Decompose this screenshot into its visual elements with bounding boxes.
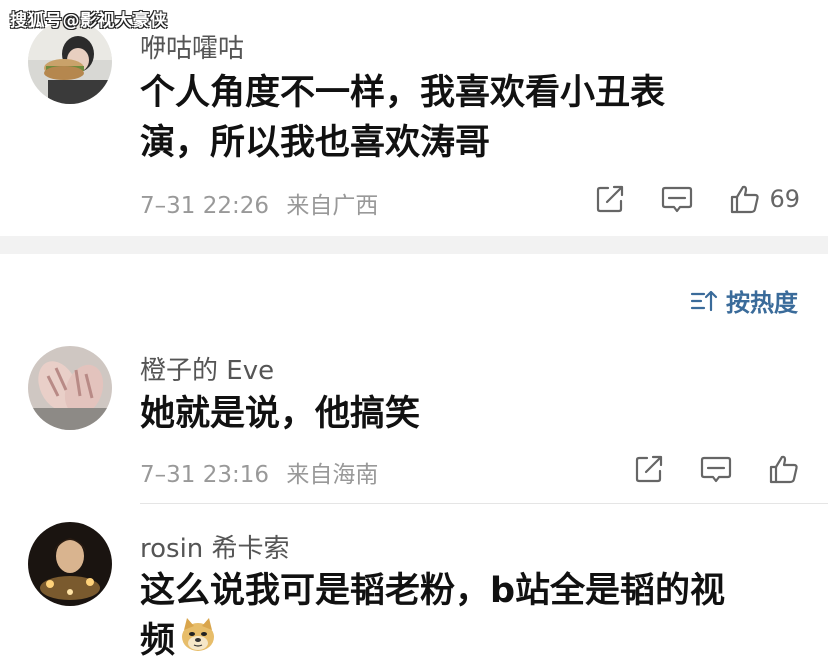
share-button[interactable] <box>634 454 664 484</box>
thumbs-up-icon <box>731 185 760 214</box>
avatar[interactable] <box>28 346 112 430</box>
username[interactable]: rosin 希卡索 <box>140 528 290 565</box>
comment-text-line-wrap: 频 <box>140 616 800 659</box>
comment-actions: 69 <box>559 184 800 214</box>
like-count: 69 <box>769 185 800 213</box>
comment-meta: 7–31 22:26 来自广西 <box>140 186 378 220</box>
comment-text-line: 演，所以我也喜欢涛哥 <box>140 123 491 163</box>
sort-label: 按热度 <box>726 289 798 317</box>
comment-text-line: 个人角度不一样，我喜欢看小丑表 <box>140 73 666 113</box>
timestamp: 7–31 22:26 <box>140 193 269 219</box>
watermark: 搜狐号@影视大豪侠 <box>10 11 168 31</box>
comment-text-line: 她就是说，他搞笑 <box>140 394 421 434</box>
avatar-image <box>28 20 112 104</box>
comment-text: 她就是说，他搞笑 <box>140 389 800 439</box>
share-icon <box>597 185 624 213</box>
location: 来自海南 <box>286 462 379 488</box>
comment-text-line: 这么说我可是韬老粉，b站全是韬的视 <box>140 571 726 611</box>
share-icon <box>635 455 663 483</box>
comment-actions <box>598 454 800 484</box>
avatar[interactable] <box>28 20 112 104</box>
comment-text-line: 频 <box>140 621 176 659</box>
like-button[interactable]: 69 <box>729 184 800 214</box>
share-button[interactable] <box>595 184 625 214</box>
location: 来自广西 <box>286 193 379 219</box>
comment-icon <box>662 186 693 213</box>
avatar[interactable] <box>28 522 112 606</box>
comment-text: 这么说我可是韬老粉，b站全是韬的视 频 <box>140 566 800 659</box>
section-divider <box>0 236 828 254</box>
avatar-image <box>28 522 112 606</box>
timestamp: 7–31 23:16 <box>140 462 269 488</box>
username[interactable]: 橙子的 Eve <box>140 350 274 387</box>
comment-divider <box>140 503 828 504</box>
comment-text: 个人角度不一样，我喜欢看小丑表 演，所以我也喜欢涛哥 <box>140 68 800 168</box>
doge-emoji-icon <box>179 616 217 659</box>
comment-button[interactable] <box>661 184 693 214</box>
sort-icon <box>690 290 718 311</box>
comment-meta: 7–31 23:16 来自海南 <box>140 455 378 489</box>
comment-icon <box>700 456 732 483</box>
thumbs-up-icon <box>769 455 798 484</box>
sort-toggle[interactable]: 按热度 <box>690 283 798 318</box>
comment-button[interactable] <box>700 454 732 484</box>
avatar-image <box>28 346 112 430</box>
comment-feed: 搜狐号@影视大豪侠 咿咕嚯咕 个人角度不一样，我喜欢看小丑表 演，所以我也喜欢涛… <box>0 0 828 659</box>
username[interactable]: 咿咕嚯咕 <box>140 28 244 65</box>
like-button[interactable] <box>768 454 800 484</box>
